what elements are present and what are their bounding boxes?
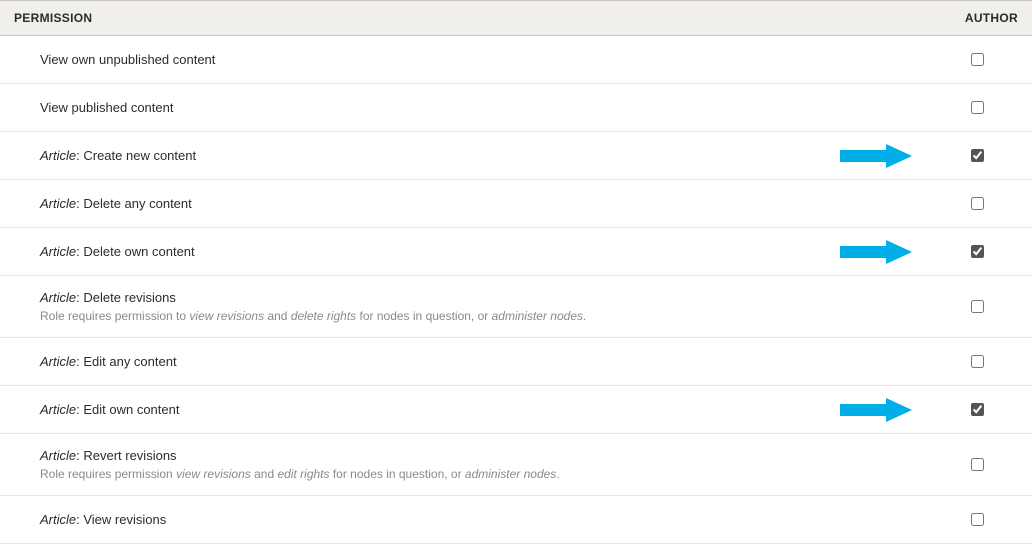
role-cell [922,338,1032,386]
arrow-right-icon [840,398,912,422]
role-cell [922,276,1032,338]
desc-text-3: for nodes in question, or [356,309,491,323]
desc-period: . [556,467,559,481]
permissions-table: PERMISSION AUTHOR View own unpublished c… [0,0,1032,544]
table-row: Article: Delete any content . [0,180,1032,228]
table-row: Article: Delete own content . [0,228,1032,276]
permission-label: : Revert revisions [76,448,176,463]
permission-cell: Article: Delete any content . [0,180,922,228]
role-cell [922,84,1032,132]
permission-prefix: Article [40,354,76,369]
permission-checkbox[interactable] [971,355,984,368]
table-header-row: PERMISSION AUTHOR [0,1,1032,36]
desc-em-1: view revisions [176,467,251,481]
table-row: View published content . [0,84,1032,132]
table-row: Article: View revisions . [0,496,1032,544]
permission-label: : Delete revisions [76,290,176,305]
desc-em-3: administer nodes [492,309,583,323]
role-cell [922,386,1032,434]
permission-description: Role requires permission view revisions … [40,467,908,481]
permission-cell: View own unpublished content . [0,36,922,84]
desc-em-2: delete rights [291,309,356,323]
desc-text-1: Role requires permission [40,467,176,481]
desc-em-2: edit rights [277,467,329,481]
table-row: View own unpublished content . [0,36,1032,84]
desc-text-1: Role requires permission to [40,309,189,323]
permission-label: : Delete any content [76,196,192,211]
permission-label: View own unpublished content [40,52,215,67]
permission-cell: View published content . [0,84,922,132]
permission-checkbox[interactable] [971,458,984,471]
desc-period: . [583,309,586,323]
permission-cell: Article: Delete own content . [0,228,922,276]
role-cell [922,132,1032,180]
role-cell [922,180,1032,228]
permission-cell: Article: Edit any content . [0,338,922,386]
desc-text-2: and [264,309,291,323]
table-row: Article: Edit any content . [0,338,1032,386]
permission-prefix: Article [40,402,76,417]
role-cell [922,434,1032,496]
permission-cell: Article: Edit own content . [0,386,922,434]
permission-prefix: Article [40,196,76,211]
permission-cell: Article: Revert revisions Role requires … [0,434,922,496]
permission-label: : Edit any content [76,354,176,369]
permission-label: : Edit own content [76,402,179,417]
role-cell [922,228,1032,276]
permission-cell: Article: Delete revisions Role requires … [0,276,922,338]
table-row: Article: Revert revisions Role requires … [0,434,1032,496]
permission-label: : Create new content [76,148,196,163]
permission-prefix: Article [40,448,76,463]
permission-checkbox[interactable] [971,513,984,526]
permission-checkbox[interactable] [971,403,984,416]
role-cell [922,496,1032,544]
role-cell [922,36,1032,84]
arrow-right-icon [840,240,912,264]
arrow-right-icon [840,144,912,168]
permission-cell: Article: Create new content . [0,132,922,180]
permission-description: Role requires permission to view revisio… [40,309,908,323]
permission-prefix: Article [40,290,76,305]
permission-checkbox[interactable] [971,300,984,313]
permission-cell: Article: View revisions . [0,496,922,544]
col-header-permission: PERMISSION [0,1,922,36]
permission-prefix: Article [40,148,76,163]
permission-checkbox[interactable] [971,149,984,162]
permission-prefix: Article [40,512,76,527]
permission-checkbox[interactable] [971,245,984,258]
permission-label: : View revisions [76,512,166,527]
desc-text-3: for nodes in question, or [330,467,465,481]
permission-label: View published content [40,100,173,115]
desc-text-2: and [251,467,278,481]
table-row: Article: Delete revisions Role requires … [0,276,1032,338]
table-row: Article: Create new content . [0,132,1032,180]
permission-checkbox[interactable] [971,101,984,114]
permission-checkbox[interactable] [971,197,984,210]
permission-label: : Delete own content [76,244,195,259]
desc-em-3: administer nodes [465,467,556,481]
desc-em-1: view revisions [189,309,264,323]
col-header-role: AUTHOR [922,1,1032,36]
table-row: Article: Edit own content . [0,386,1032,434]
permission-prefix: Article [40,244,76,259]
permission-checkbox[interactable] [971,53,984,66]
